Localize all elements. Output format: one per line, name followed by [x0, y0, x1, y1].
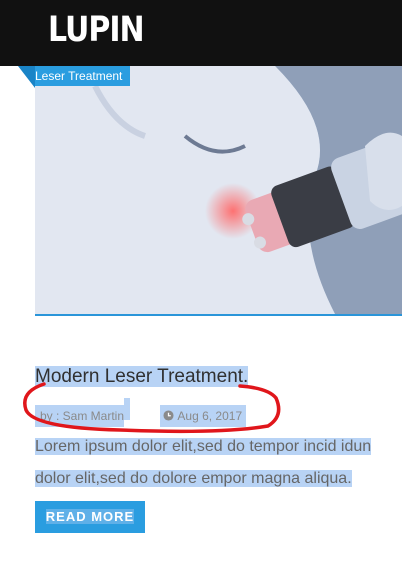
post-meta: by : Sam Martin Aug 6, 2017 — [35, 398, 247, 427]
meta-separator — [137, 408, 141, 425]
post-date: Aug 6, 2017 — [177, 409, 243, 423]
read-more-button[interactable]: READ MORE — [35, 501, 145, 533]
post-featured-image[interactable] — [35, 66, 402, 316]
post-title[interactable]: Modern Leser Treatment. — [35, 364, 249, 390]
read-more-label: READ MORE — [45, 509, 135, 524]
site-logo[interactable]: LUPIN — [48, 10, 145, 50]
meta-separator — [147, 408, 151, 425]
treatment-photo — [35, 66, 402, 314]
clock-icon — [163, 410, 174, 421]
post-date-wrap[interactable]: Aug 6, 2017 — [160, 405, 247, 427]
post-title-text: Modern Leser Treatment. — [35, 366, 249, 387]
category-label: Leser Treatment — [35, 69, 123, 83]
post-excerpt: Lorem ipsum dolor elit,sed do tempor inc… — [35, 431, 402, 495]
top-bar: LUPIN — [0, 0, 402, 66]
excerpt-line: Lorem ipsum dolor elit,sed do tempor inc… — [35, 438, 372, 455]
category-badge[interactable]: Leser Treatment — [35, 66, 131, 86]
excerpt-line: dolor elit,sed do dolore empor magna ali… — [35, 470, 352, 487]
meta-gap — [124, 398, 131, 420]
post-author[interactable]: by : Sam Martin — [35, 405, 125, 427]
category-tab-fold — [18, 66, 35, 88]
